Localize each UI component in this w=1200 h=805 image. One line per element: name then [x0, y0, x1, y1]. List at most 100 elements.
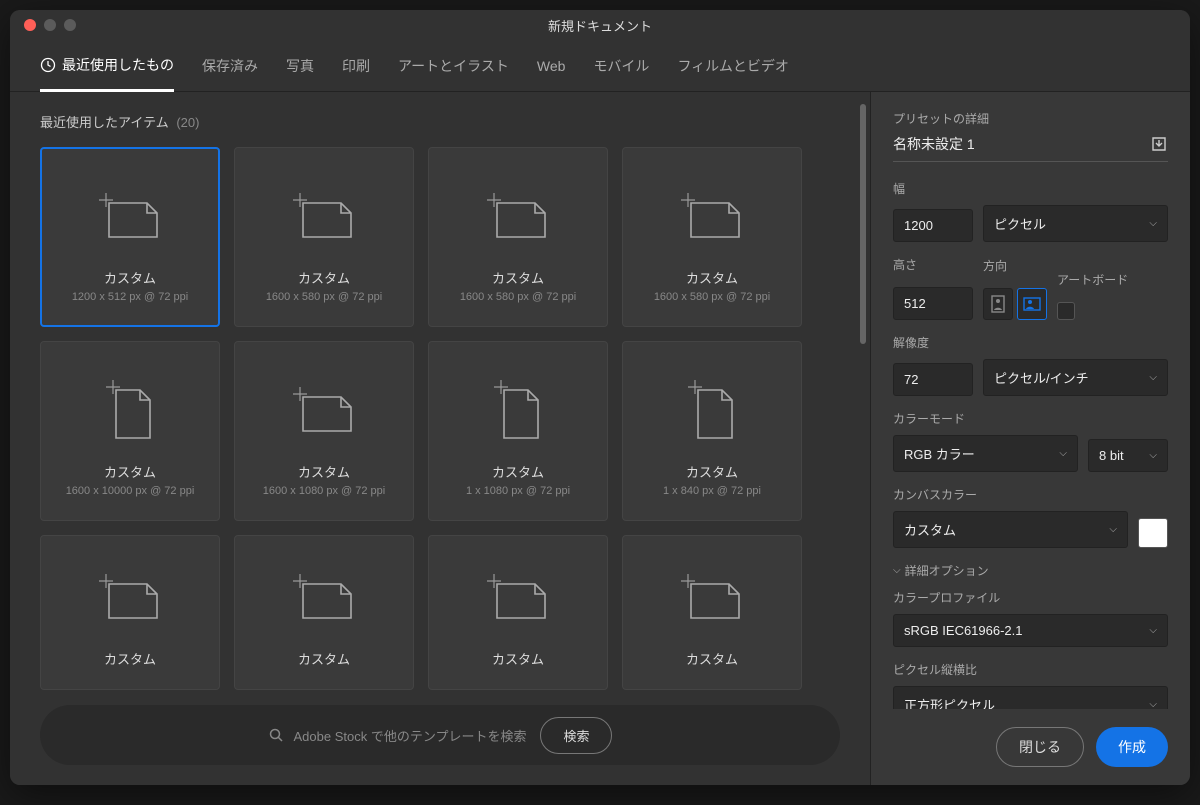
window-close-button[interactable] [24, 19, 36, 31]
orientation-portrait-button[interactable] [983, 288, 1013, 320]
tab-label: フィルムとビデオ [677, 56, 788, 76]
tab-label: アートとイラスト [398, 56, 509, 76]
preset-card-label: カスタム [298, 268, 350, 287]
background-value: カスタム [904, 520, 956, 539]
preset-details-body: プリセットの詳細 幅 ピクセル ⌵ 高さ [871, 92, 1190, 709]
color-profile-select[interactable]: sRGB IEC61966-2.1 ⌵ [893, 614, 1168, 647]
tab-web[interactable]: Web [537, 44, 566, 88]
document-icon [487, 172, 549, 262]
preset-card-dims: 1600 x 580 px @ 72 ppi [460, 291, 576, 303]
traffic-lights [10, 19, 76, 31]
chevron-down-icon: ⌵ [1149, 699, 1157, 709]
preset-card-dims: 1600 x 580 px @ 72 ppi [654, 291, 770, 303]
recent-scroll[interactable]: 最近使用したアイテム (20) カスタム 1200 x 512 px @ 72 … [10, 92, 870, 705]
window-title: 新規ドキュメント [10, 16, 1190, 35]
preset-card-dims: 1 x 1080 px @ 72 ppi [466, 485, 570, 497]
pixel-aspect-select[interactable]: 正方形ピクセル ⌵ [893, 686, 1168, 709]
unit-select[interactable]: ピクセル ⌵ [983, 205, 1168, 242]
preset-card[interactable]: カスタム 1600 x 580 px @ 72 ppi [622, 147, 802, 327]
recent-count: (20) [176, 115, 199, 130]
tab-saved[interactable]: 保存済み [202, 42, 258, 90]
document-icon [99, 172, 161, 262]
preset-card[interactable]: カスタム 1600 x 580 px @ 72 ppi [234, 147, 414, 327]
preset-card[interactable]: カスタム [40, 535, 220, 690]
stock-search-input[interactable]: Adobe Stock で他のテンプレートを検索 [268, 726, 527, 745]
bit-depth-value: 8 bit [1099, 448, 1124, 463]
resolution-input[interactable] [893, 363, 973, 396]
width-input[interactable] [893, 209, 973, 242]
tab-label: モバイル [593, 56, 649, 76]
background-swatch[interactable] [1138, 518, 1168, 548]
preset-details-panel: プリセットの詳細 幅 ピクセル ⌵ 高さ [870, 92, 1190, 785]
advanced-disclosure[interactable]: ⌵ 詳細オプション [893, 562, 1168, 579]
background-select[interactable]: カスタム ⌵ [893, 511, 1128, 548]
pixel-aspect-value: 正方形ピクセル [904, 695, 995, 709]
tab-mobile[interactable]: モバイル [593, 42, 649, 90]
save-preset-icon[interactable] [1150, 135, 1168, 153]
preset-card[interactable]: カスタム 1600 x 580 px @ 72 ppi [428, 147, 608, 327]
preset-card-label: カスタム [686, 649, 738, 668]
landscape-icon [1023, 297, 1041, 311]
preset-card-label: カスタム [686, 462, 738, 481]
portrait-icon [991, 295, 1005, 313]
color-mode-select[interactable]: RGB カラー ⌵ [893, 435, 1078, 472]
stock-search-bar: Adobe Stock で他のテンプレートを検索 検索 [40, 705, 840, 765]
document-icon [681, 172, 743, 262]
tab-art[interactable]: アートとイラスト [398, 42, 509, 90]
preset-card[interactable]: カスタム [234, 535, 414, 690]
close-button[interactable]: 閉じる [996, 727, 1084, 767]
preset-card-dims: 1600 x 10000 px @ 72 ppi [66, 485, 195, 497]
titlebar: 新規ドキュメント [10, 10, 1190, 40]
orientation-landscape-button[interactable] [1017, 288, 1047, 320]
window-minimize-button[interactable] [44, 19, 56, 31]
window-maximize-button[interactable] [64, 19, 76, 31]
document-icon [494, 366, 542, 456]
tab-label: Web [537, 58, 566, 74]
document-icon [293, 366, 355, 456]
preset-card-dims: 1600 x 580 px @ 72 ppi [266, 291, 382, 303]
dialog-footer: 閉じる 作成 [871, 709, 1190, 785]
tab-film[interactable]: フィルムとビデオ [677, 42, 788, 90]
chevron-down-icon: ⌵ [1149, 625, 1157, 636]
preset-card[interactable]: カスタム [428, 535, 608, 690]
resolution-unit-select[interactable]: ピクセル/インチ ⌵ [983, 359, 1168, 396]
tab-print[interactable]: 印刷 [342, 42, 370, 90]
artboard-checkbox[interactable] [1057, 302, 1075, 320]
create-button[interactable]: 作成 [1096, 727, 1168, 767]
chevron-down-icon: ⌵ [1149, 218, 1157, 229]
document-icon [487, 553, 549, 643]
chevron-down-icon: ⌵ [893, 565, 901, 576]
preset-card-label: カスタム [298, 649, 350, 668]
bit-depth-select[interactable]: 8 bit ⌵ [1088, 439, 1168, 472]
preset-card[interactable]: カスタム [622, 535, 802, 690]
preset-card-label: カスタム [492, 268, 544, 287]
preset-name-row [893, 135, 1168, 162]
preset-card[interactable]: カスタム 1 x 840 px @ 72 ppi [622, 341, 802, 521]
chevron-down-icon: ⌵ [1149, 450, 1157, 461]
preset-card-dims: 1 x 840 px @ 72 ppi [663, 485, 761, 497]
search-icon [268, 727, 284, 743]
preset-name-input[interactable] [893, 136, 1150, 152]
tab-photo[interactable]: 写真 [286, 42, 314, 90]
preset-card[interactable]: カスタム 1600 x 1080 px @ 72 ppi [234, 341, 414, 521]
orientation-label: 方向 [983, 257, 1047, 274]
recent-header-text: 最近使用したアイテム [40, 115, 169, 130]
preset-card[interactable]: カスタム 1600 x 10000 px @ 72 ppi [40, 341, 220, 521]
preset-card[interactable]: カスタム 1 x 1080 px @ 72 ppi [428, 341, 608, 521]
clock-icon [40, 57, 56, 73]
tab-recent[interactable]: 最近使用したもの [40, 41, 174, 92]
color-mode-value: RGB カラー [904, 444, 975, 463]
chevron-down-icon: ⌵ [1149, 372, 1157, 383]
document-icon [293, 172, 355, 262]
chevron-down-icon: ⌵ [1109, 524, 1117, 535]
unit-value: ピクセル [994, 214, 1046, 233]
scrollbar-thumb[interactable] [860, 104, 866, 344]
search-button[interactable]: 検索 [540, 717, 612, 754]
tab-label: 最近使用したもの [62, 55, 174, 75]
height-input[interactable] [893, 287, 973, 320]
preset-card[interactable]: カスタム 1200 x 512 px @ 72 ppi [40, 147, 220, 327]
tab-label: 保存済み [202, 56, 258, 76]
preset-grid: カスタム 1200 x 512 px @ 72 ppi カスタム 1600 x … [40, 147, 840, 690]
preset-card-label: カスタム [492, 649, 544, 668]
search-placeholder: Adobe Stock で他のテンプレートを検索 [294, 726, 527, 745]
